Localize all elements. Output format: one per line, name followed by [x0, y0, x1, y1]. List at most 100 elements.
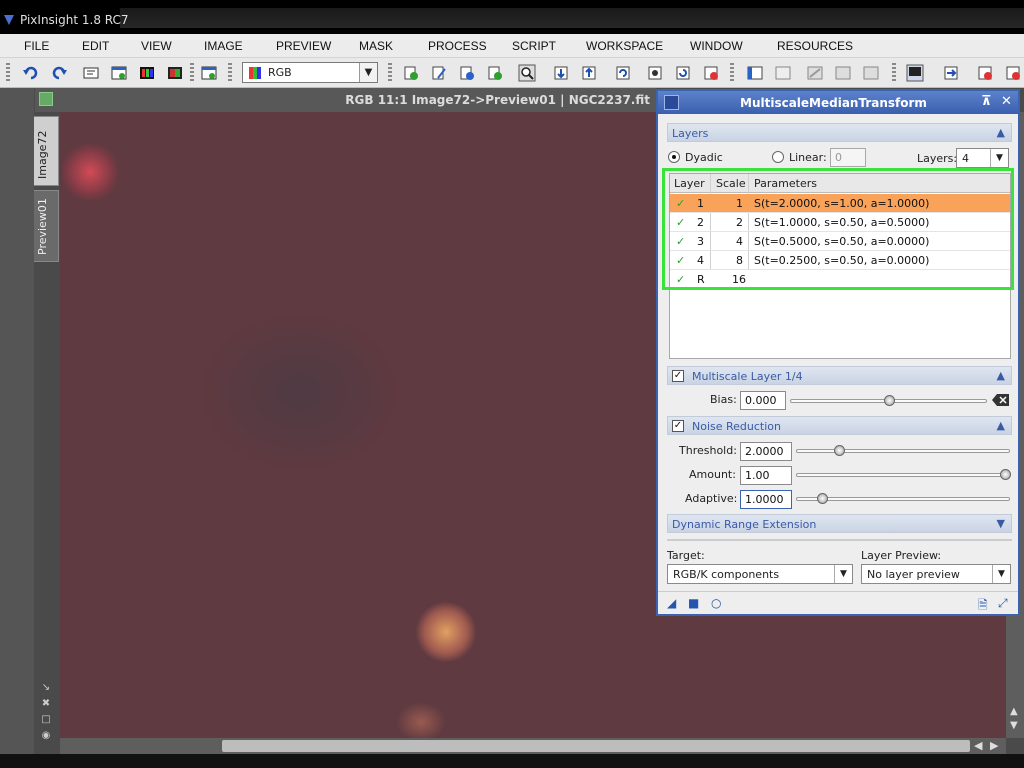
expand-icon[interactable]: ▼ — [997, 517, 1005, 530]
clear-icon[interactable] — [992, 393, 1010, 407]
mask-enable-icon[interactable] — [862, 64, 880, 82]
bias-slider[interactable] — [790, 395, 987, 406]
horizontal-scrollbar[interactable]: ◀ ▶ — [60, 738, 1006, 754]
new-instance-icon[interactable]: ◢ — [667, 596, 676, 610]
menu-preview[interactable]: PREVIEW — [276, 39, 331, 53]
multiscale-layer-section-header[interactable]: ✓ Multiscale Layer 1/4 ▲ — [667, 366, 1012, 385]
menu-window[interactable]: WINDOW — [690, 39, 743, 53]
amount-input[interactable]: 1.00 — [740, 466, 792, 485]
menu-view[interactable]: VIEW — [141, 39, 172, 53]
collapse-icon[interactable]: ▲ — [997, 126, 1005, 139]
linear-spinbox[interactable]: 0 — [830, 148, 866, 167]
menu-edit[interactable]: EDIT — [82, 39, 109, 53]
preview-icon[interactable] — [646, 64, 664, 82]
layer-preview-select[interactable]: No layer preview ▼ — [861, 564, 1011, 584]
browse-documentation-icon[interactable]: 🗎 — [978, 596, 988, 617]
amount-slider[interactable] — [796, 469, 1011, 480]
mask-show-icon[interactable] — [806, 64, 824, 82]
layers-count-select[interactable]: 4 ▼ — [956, 148, 1009, 168]
menu-workspace[interactable]: WORKSPACE — [586, 39, 663, 53]
reset-icon[interactable]: ⤢ — [998, 596, 1008, 611]
refresh-icon[interactable] — [674, 64, 692, 82]
scroll-up-icon[interactable]: ▲ — [1010, 706, 1018, 717]
threshold-slider[interactable] — [796, 445, 1010, 456]
shade-icon[interactable]: ⊼ — [981, 94, 992, 109]
noise-reduction-section-header[interactable]: ✓ Noise Reduction ▲ — [667, 416, 1012, 435]
menu-mask[interactable]: MASK — [359, 39, 393, 53]
amount-slider-knob[interactable] — [1000, 469, 1011, 480]
redo-icon[interactable] — [50, 64, 68, 82]
check-icon[interactable]: ✓ — [676, 235, 685, 248]
history-icon[interactable] — [614, 64, 632, 82]
add-process-icon[interactable] — [402, 64, 420, 82]
screen-transfer-icon[interactable] — [942, 64, 960, 82]
apply-global-icon[interactable]: ○ — [711, 596, 721, 610]
channel-select[interactable]: RGB ▼ — [242, 62, 378, 83]
column-header-parameters[interactable]: Parameters — [754, 177, 817, 190]
bias-slider-knob[interactable] — [883, 395, 895, 406]
menu-script[interactable]: SCRIPT — [512, 39, 556, 53]
table-row[interactable]: ✓ 2 2 S(t=1.0000, s=0.50, a=0.5000) — [670, 213, 1010, 232]
adaptive-slider[interactable] — [796, 493, 1010, 504]
scroll-right-icon[interactable]: ▶ — [990, 739, 998, 752]
bias-input[interactable]: 0.000 — [740, 391, 786, 410]
color-image-icon[interactable] — [166, 64, 184, 82]
image-properties-icon[interactable] — [82, 64, 100, 82]
threshold-slider-knob[interactable] — [834, 445, 846, 456]
new-image-icon[interactable] — [110, 64, 128, 82]
layers-section-header[interactable]: Layers ▲ — [667, 123, 1012, 142]
layers-table[interactable]: Layer Scale Parameters ✓ 1 1 S(t=2.0000,… — [669, 173, 1011, 359]
check-icon[interactable]: ✓ — [676, 216, 685, 229]
console-icon[interactable] — [746, 64, 764, 82]
tab-preview01[interactable]: Preview01 — [34, 190, 59, 262]
export-icon[interactable] — [580, 64, 598, 82]
check-icon[interactable]: ✓ — [676, 254, 685, 267]
shrink-icon[interactable]: □ — [40, 714, 52, 726]
menu-file[interactable]: FILE — [24, 39, 49, 53]
check-icon[interactable]: ✓ — [676, 197, 685, 210]
linear-radio[interactable] — [772, 151, 784, 163]
mask-invert-icon[interactable] — [834, 64, 852, 82]
collapse-icon[interactable]: ▲ — [997, 369, 1005, 382]
adaptive-input[interactable]: 1.0000 — [740, 490, 792, 509]
image-window-icon[interactable] — [39, 92, 53, 106]
panel-title-bar[interactable]: MultiscaleMedianTransform ⊼ ✕ — [658, 91, 1018, 114]
target-select[interactable]: RGB/K components ▼ — [667, 564, 853, 584]
undo-icon[interactable] — [22, 64, 40, 82]
delete-preview-icon[interactable] — [702, 64, 720, 82]
close-image-icon[interactable] — [976, 64, 994, 82]
apply-icon[interactable]: ■ — [688, 596, 699, 610]
menu-process[interactable]: PROCESS — [428, 39, 487, 53]
dyadic-radio[interactable] — [668, 151, 680, 163]
screen-icon[interactable] — [906, 64, 924, 82]
fit-view-icon[interactable]: ↘ — [40, 682, 52, 694]
menu-resources[interactable]: RESOURCES — [777, 39, 853, 53]
center-icon[interactable]: ◉ — [40, 730, 52, 742]
process-container-icon[interactable] — [458, 64, 476, 82]
scroll-down-icon[interactable]: ▼ — [1010, 720, 1018, 731]
tab-image72[interactable]: Image72 — [34, 116, 59, 186]
scroll-left-icon[interactable]: ◀ — [974, 739, 982, 752]
threshold-input[interactable]: 2.0000 — [740, 442, 792, 461]
dynamic-range-section-header[interactable]: Dynamic Range Extension ▼ — [667, 514, 1012, 533]
edit-process-icon[interactable] — [430, 64, 448, 82]
import-icon[interactable] — [552, 64, 570, 82]
noise-reduction-checkbox[interactable]: ✓ — [672, 420, 684, 432]
table-row[interactable]: ✓ 1 1 S(t=2.0000, s=1.00, a=1.0000) — [670, 194, 1010, 213]
multiscale-layer-checkbox[interactable]: ✓ — [672, 370, 684, 382]
adaptive-slider-knob[interactable] — [817, 493, 829, 504]
table-row[interactable]: ✓ 4 8 S(t=0.2500, s=0.50, a=0.0000) — [670, 251, 1010, 270]
zoom-to-fit-icon[interactable]: ✖ — [40, 698, 52, 710]
explorer-icon[interactable] — [774, 64, 792, 82]
table-row[interactable]: ✓ R 16 — [670, 270, 1010, 289]
collapse-icon[interactable]: ▲ — [997, 419, 1005, 432]
channels-icon[interactable] — [138, 64, 156, 82]
zoom-icon[interactable] — [518, 64, 536, 82]
close-icon[interactable]: ✕ — [1001, 94, 1012, 109]
column-header-scale[interactable]: Scale — [716, 177, 746, 190]
menu-image[interactable]: IMAGE — [204, 39, 243, 53]
close-all-icon[interactable] — [1004, 64, 1022, 82]
new-preview-icon[interactable] — [200, 64, 218, 82]
column-header-layer[interactable]: Layer — [674, 177, 705, 190]
check-icon[interactable]: ✓ — [676, 273, 685, 286]
